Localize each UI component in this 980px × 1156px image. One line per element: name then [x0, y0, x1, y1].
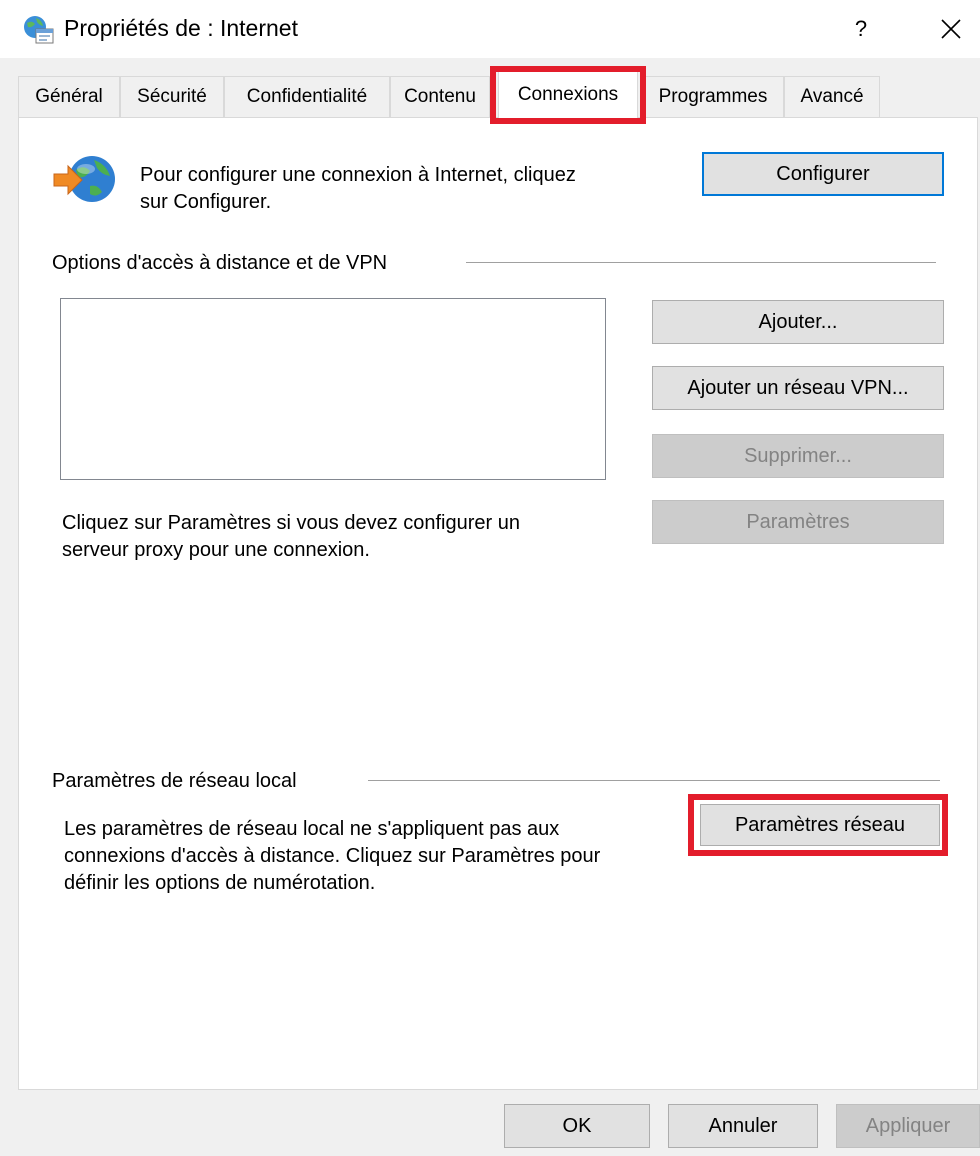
setup-text-line2: sur Configurer. [140, 191, 272, 213]
dialog-footer [0, 1090, 980, 1156]
lan-group-divider [368, 780, 940, 781]
tab-programmes[interactable]: Programmes [642, 76, 784, 117]
lan-text-line3: définir les options de numérotation. [64, 872, 376, 894]
tab-avance[interactable]: Avancé [784, 76, 880, 117]
remove-button[interactable]: Supprimer... [652, 434, 944, 478]
lan-text-line1: Les paramètres de réseau local ne s'appl… [64, 818, 560, 840]
lan-text-line2: connexions d'accès à distance. Cliquez s… [64, 845, 601, 867]
tab-securite[interactable]: Sécurité [120, 76, 224, 117]
window-title: Propriétés de : Internet [64, 15, 298, 41]
ok-button[interactable]: OK [504, 1104, 650, 1148]
setup-text-line1: Pour configurer une connexion à Internet… [140, 164, 576, 186]
tab-general[interactable]: Général [18, 76, 120, 117]
add-button[interactable]: Ajouter... [652, 300, 944, 344]
configure-button[interactable]: Configurer [702, 152, 944, 196]
proxy-text-line1: Cliquez sur Paramètres si vous devez con… [62, 512, 520, 534]
lan-group-title: Paramètres de réseau local [52, 770, 297, 792]
help-button[interactable]: ? [838, 6, 884, 52]
tab-contenu[interactable]: Contenu [390, 76, 490, 117]
connection-list[interactable] [60, 298, 606, 480]
close-button[interactable] [926, 6, 976, 52]
vpn-group-title: Options d'accès à distance et de VPN [52, 252, 388, 274]
add-vpn-button[interactable]: Ajouter un réseau VPN... [652, 366, 944, 410]
lan-settings-button[interactable]: Paramètres réseau [700, 804, 940, 846]
internet-options-icon [22, 14, 54, 44]
settings-button[interactable]: Paramètres [652, 500, 944, 544]
tab-connexions[interactable]: Connexions [498, 68, 638, 120]
close-icon [941, 19, 961, 39]
tab-confidentialite[interactable]: Confidentialité [224, 76, 390, 117]
globe-connection-icon [50, 152, 120, 206]
vpn-group-divider [466, 262, 936, 263]
apply-button[interactable]: Appliquer [836, 1104, 980, 1148]
proxy-text-line2: serveur proxy pour une connexion. [62, 539, 370, 561]
cancel-button[interactable]: Annuler [668, 1104, 818, 1148]
